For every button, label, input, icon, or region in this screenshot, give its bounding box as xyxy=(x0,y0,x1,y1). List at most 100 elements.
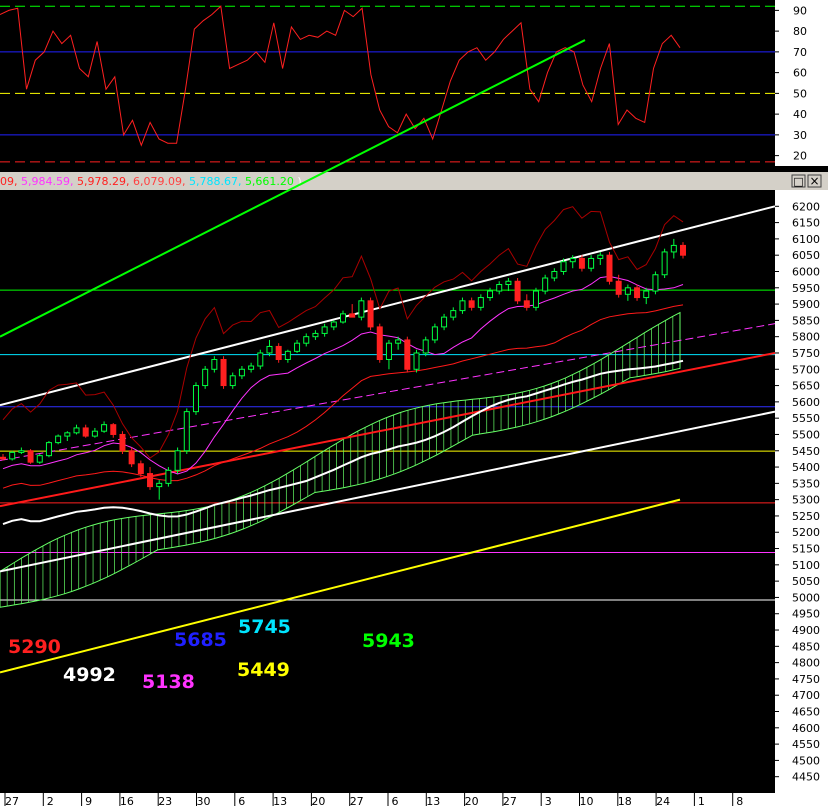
level-label: 5943 xyxy=(362,630,415,652)
date-tick-label: 20 xyxy=(465,795,479,806)
candle-body xyxy=(9,451,16,460)
date-tick-label: 2 xyxy=(47,795,54,806)
price-tick-label: 6200 xyxy=(792,200,820,213)
candle-body xyxy=(101,424,108,432)
price-tick-label: 5600 xyxy=(792,396,820,409)
candle-body xyxy=(45,442,52,457)
candle-body xyxy=(542,277,549,292)
level-label: 5290 xyxy=(8,636,61,658)
date-tick-label: 8 xyxy=(736,795,743,806)
date-tick-label: 23 xyxy=(158,795,172,806)
price-tick-label: 4950 xyxy=(792,608,820,621)
candle-body xyxy=(128,450,135,465)
date-tick-label: 18 xyxy=(618,795,632,806)
date-tick-label: 27 xyxy=(5,795,19,806)
candle-body xyxy=(634,287,641,299)
candle-body xyxy=(165,469,172,484)
level-label: 5449 xyxy=(237,659,290,681)
rsi-tick-label: 20 xyxy=(793,150,807,163)
candle-body xyxy=(294,342,301,352)
candle-body xyxy=(321,326,328,334)
rsi-tick-label: 90 xyxy=(793,4,807,17)
price-tick-label: 6100 xyxy=(792,233,820,246)
price-tick-label: 5700 xyxy=(792,363,820,376)
candle-body xyxy=(578,257,585,269)
date-tick-label: 3 xyxy=(545,795,552,806)
candle-body xyxy=(110,424,117,435)
candle-body xyxy=(229,375,236,387)
stock-chart: 20 30 40 50 60 70 80 90 09, 5,984.59, 5,978.29,… xyxy=(0,0,828,806)
candle-body xyxy=(284,350,291,360)
candle-body xyxy=(211,358,218,370)
date-tick-label: 27 xyxy=(350,795,364,806)
candle-body xyxy=(643,290,650,299)
rsi-tick-label: 40 xyxy=(793,108,807,121)
candle-body xyxy=(55,435,62,444)
candle-body xyxy=(266,345,273,354)
date-tick-label: 16 xyxy=(120,795,134,806)
candle-body xyxy=(36,455,43,463)
price-tick-label: 5100 xyxy=(792,559,820,572)
price-tick-label: 6150 xyxy=(792,217,820,230)
date-tick-label: 10 xyxy=(580,795,594,806)
candle-body xyxy=(0,456,6,460)
candle-body xyxy=(652,274,659,292)
price-tick-label: 4750 xyxy=(792,673,820,686)
candle-body xyxy=(119,433,126,452)
price-tick-label: 4800 xyxy=(792,657,820,670)
restore-icon: □ xyxy=(793,175,803,188)
level-label: 5745 xyxy=(238,616,291,638)
candle-body xyxy=(422,339,429,354)
price-tick-label: 5500 xyxy=(792,428,820,441)
candle-body xyxy=(18,450,25,453)
candle-body xyxy=(257,352,264,367)
candle-body xyxy=(532,290,539,308)
legend-value: 5,788.67, xyxy=(189,175,245,188)
legend-value: 6,079.09, xyxy=(133,175,189,188)
candle-body xyxy=(624,287,631,295)
candle-body xyxy=(431,326,438,341)
candle-body xyxy=(661,251,668,276)
price-panel-title-bar: 09, 5,984.59, 5,978.29, 6,079.09, 5,788.… xyxy=(0,172,828,190)
level-label: 5685 xyxy=(174,629,227,651)
candle-body xyxy=(156,482,163,488)
price-tick-label: 5750 xyxy=(792,347,820,360)
candle-body xyxy=(459,300,466,312)
candle-body xyxy=(505,280,512,286)
candle-body xyxy=(73,427,80,434)
candle-body xyxy=(147,473,154,488)
candle-body xyxy=(275,345,282,360)
legend-value: 5,984.59, xyxy=(21,175,77,188)
date-tick-label: 13 xyxy=(273,795,287,806)
indicator-values-legend: 09, 5,984.59, 5,978.29, 6,079.09, 5,788.… xyxy=(0,175,302,188)
candle-body xyxy=(137,463,144,475)
candle-body xyxy=(376,326,383,360)
rsi-panel: 20 30 40 50 60 70 80 90 xyxy=(0,0,828,166)
rsi-tick-label: 50 xyxy=(793,87,807,100)
candle-body xyxy=(64,432,71,437)
price-tick-label: 4700 xyxy=(792,689,820,702)
close-icon: × xyxy=(809,174,819,188)
price-tick-label: 5900 xyxy=(792,298,820,311)
candle-body xyxy=(588,257,595,269)
candle-body xyxy=(303,336,310,344)
candle-body xyxy=(82,427,89,437)
candle-body xyxy=(413,352,420,370)
level-label: 4992 xyxy=(63,664,116,686)
candle-body xyxy=(487,290,494,299)
candle-body xyxy=(477,297,484,308)
date-tick-label: 6 xyxy=(238,795,245,806)
level-label: 5138 xyxy=(142,671,195,693)
price-tick-label: 6050 xyxy=(792,249,820,262)
candle-body xyxy=(367,300,374,328)
price-tick-label: 5650 xyxy=(792,380,820,393)
legend-value: 09, xyxy=(0,175,21,188)
price-tick-label: 6000 xyxy=(792,265,820,278)
price-tick-label: 5200 xyxy=(792,526,820,539)
price-tick-label: 4550 xyxy=(792,738,820,751)
candle-body xyxy=(514,280,521,302)
rsi-tick-label: 60 xyxy=(793,67,807,80)
candle-body xyxy=(248,365,255,370)
candle-body xyxy=(496,284,503,292)
rsi-tick-label: 70 xyxy=(793,46,807,59)
